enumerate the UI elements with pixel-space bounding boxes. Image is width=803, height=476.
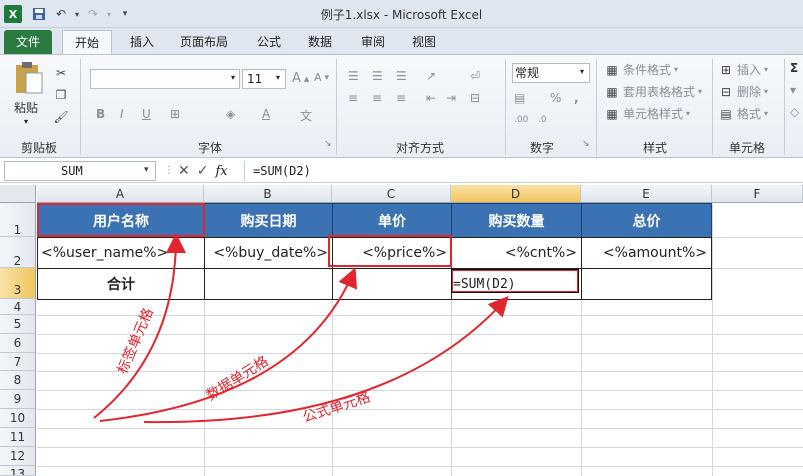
tab-file[interactable]: 文件 xyxy=(4,30,52,54)
format-painter-icon[interactable]: 🖌 xyxy=(53,109,69,125)
decrease-decimal-icon[interactable]: .0 xyxy=(538,115,547,125)
insert-function-icon[interactable]: fx xyxy=(215,164,227,179)
styles-group-label: 样式 xyxy=(642,141,667,155)
tab-page-layout[interactable]: 页面布局 xyxy=(170,30,238,54)
underline-icon[interactable]: U xyxy=(142,107,151,121)
align-center-icon[interactable]: ≡ xyxy=(372,91,382,105)
clear-icon[interactable]: ◇ xyxy=(790,105,799,119)
paste-button[interactable]: 粘贴 xyxy=(14,99,38,116)
tab-insert[interactable]: 插入 xyxy=(120,30,164,54)
clipboard-group-label: 剪贴板 xyxy=(20,141,57,155)
format-icon: ▤ xyxy=(720,106,732,121)
group-separator xyxy=(336,59,337,155)
conditional-formatting-label: 条件格式 xyxy=(623,63,672,77)
window-title: 例子1.xlsx - Microsoft Excel xyxy=(320,8,483,22)
conditional-formatting-icon: ▦ xyxy=(606,62,618,77)
ribbon-tabs: 文件 开始 插入 页面布局 公式 数据 审阅 视图 xyxy=(0,28,803,54)
paste-dropdown-icon[interactable]: ▾ xyxy=(24,117,28,126)
tab-view[interactable]: 视图 xyxy=(402,30,446,54)
increase-indent-icon[interactable]: ⇥ xyxy=(446,91,456,105)
formula-bar-resize-icon[interactable]: ⋮ xyxy=(164,165,174,177)
cell-styles-button[interactable]: ▦ 单元格样式 ▾ xyxy=(604,105,690,122)
orientation-icon[interactable]: ↗ xyxy=(426,69,436,83)
phonetic-icon[interactable]: 文 xyxy=(300,107,312,124)
paste-icon[interactable] xyxy=(14,61,44,98)
ribbon: 粘贴 ▾ ✂ ❐ 🖌 剪贴板 ▾ 11 ▾ A ▴ A ▾ B I U ⊞ ◈ A … xyxy=(0,54,803,158)
tab-review[interactable]: 审阅 xyxy=(351,30,395,54)
decrease-indent-icon[interactable]: ⇤ xyxy=(426,91,436,105)
delete-icon: ⊟ xyxy=(720,84,732,99)
copy-icon[interactable]: ❐ xyxy=(53,87,69,103)
format-as-table-label: 套用表格格式 xyxy=(623,85,696,99)
enter-icon[interactable]: ✓ xyxy=(197,163,209,179)
font-dialog-launcher-icon[interactable]: ↘ xyxy=(324,139,332,149)
cancel-icon[interactable]: ✕ xyxy=(178,163,190,179)
format-cells-button[interactable]: ▤ 格式 ▾ xyxy=(718,105,768,122)
insert-cells-button[interactable]: ⊞ 插入 ▾ xyxy=(718,61,768,78)
italic-icon[interactable]: I xyxy=(120,107,124,121)
table-icon: ▦ xyxy=(606,84,618,99)
delete-cells-button[interactable]: ⊟ 删除 ▾ xyxy=(718,83,768,100)
increase-decimal-icon[interactable]: .00 xyxy=(514,115,528,125)
wrap-text-icon[interactable]: ⏎ xyxy=(470,69,480,83)
cell-styles-label: 单元格样式 xyxy=(623,107,684,121)
formula-bar: SUM ▾ ⋮ ✕ ✓ fx =SUM(D2) xyxy=(0,159,803,183)
number-group-label: 数字 xyxy=(529,141,554,155)
title-bar: X ↶ ▾ ↷ ▾ ▾ 例子1.xlsx - Microsoft Excel xyxy=(0,0,803,28)
merge-center-icon[interactable]: ⊟ xyxy=(470,91,480,105)
worksheet-grid[interactable]: A B C D E F 1 2 3 4 5 6 7 8 9 10 11 12 1… xyxy=(0,185,803,476)
group-separator xyxy=(712,59,713,155)
number-format-dropdown-icon[interactable]: ▾ xyxy=(580,67,584,76)
font-size-dropdown-icon[interactable]: ▾ xyxy=(276,73,280,82)
tab-formulas[interactable]: 公式 xyxy=(247,30,291,54)
formula-input[interactable]: =SUM(D2) xyxy=(244,161,803,181)
align-top-icon[interactable]: ☰ xyxy=(348,69,359,83)
insert-label: 插入 xyxy=(737,63,762,77)
align-middle-icon[interactable]: ☰ xyxy=(372,69,383,83)
font-group-label: 字体 xyxy=(197,141,222,155)
name-box[interactable]: SUM xyxy=(4,161,156,181)
alignment-group-label: 对齐方式 xyxy=(395,141,444,155)
cell-styles-icon: ▦ xyxy=(606,106,618,121)
align-right-icon[interactable]: ≡ xyxy=(396,91,406,105)
grow-font-icon[interactable]: A ▴ xyxy=(292,71,309,86)
align-left-icon[interactable]: ≡ xyxy=(348,91,358,105)
currency-icon[interactable]: ▤ xyxy=(514,91,525,105)
name-box-dropdown-icon[interactable]: ▾ xyxy=(144,165,149,175)
group-separator xyxy=(784,59,785,155)
shrink-font-icon[interactable]: A ▾ xyxy=(314,71,329,84)
cells-group-label: 单元格 xyxy=(728,141,765,155)
group-separator xyxy=(505,59,506,155)
cut-icon[interactable]: ✂ xyxy=(53,65,69,81)
group-separator xyxy=(596,59,597,155)
bold-icon[interactable]: B xyxy=(96,107,105,121)
tab-home[interactable]: 开始 xyxy=(62,30,112,54)
autosum-icon[interactable]: Σ xyxy=(790,61,798,75)
number-dialog-launcher-icon[interactable]: ↘ xyxy=(582,139,590,149)
comma-style-icon[interactable]: , xyxy=(574,91,579,105)
font-color-icon[interactable]: A xyxy=(262,107,270,121)
fill-color-icon[interactable]: ◈ xyxy=(226,107,235,121)
percent-icon[interactable]: % xyxy=(550,91,561,105)
number-format-box[interactable]: 常规 xyxy=(512,63,590,83)
group-separator xyxy=(80,59,81,155)
insert-icon: ⊞ xyxy=(720,62,732,77)
font-name-dropdown-icon[interactable]: ▾ xyxy=(231,73,235,82)
font-name-box[interactable] xyxy=(90,69,240,89)
formula-buttons: ✕ ✓ fx xyxy=(178,161,238,181)
conditional-formatting-button[interactable]: ▦ 条件格式 ▾ xyxy=(604,61,678,78)
format-as-table-button[interactable]: ▦ 套用表格格式 ▾ xyxy=(604,83,702,100)
align-bottom-icon[interactable]: ☰ xyxy=(396,69,407,83)
borders-icon[interactable]: ⊞ xyxy=(170,107,180,121)
fill-icon[interactable]: ▾ xyxy=(790,83,796,97)
delete-label: 删除 xyxy=(737,85,762,99)
tab-data[interactable]: 数据 xyxy=(298,30,342,54)
format-label: 格式 xyxy=(737,107,762,121)
annotation-arrows xyxy=(93,233,509,424)
